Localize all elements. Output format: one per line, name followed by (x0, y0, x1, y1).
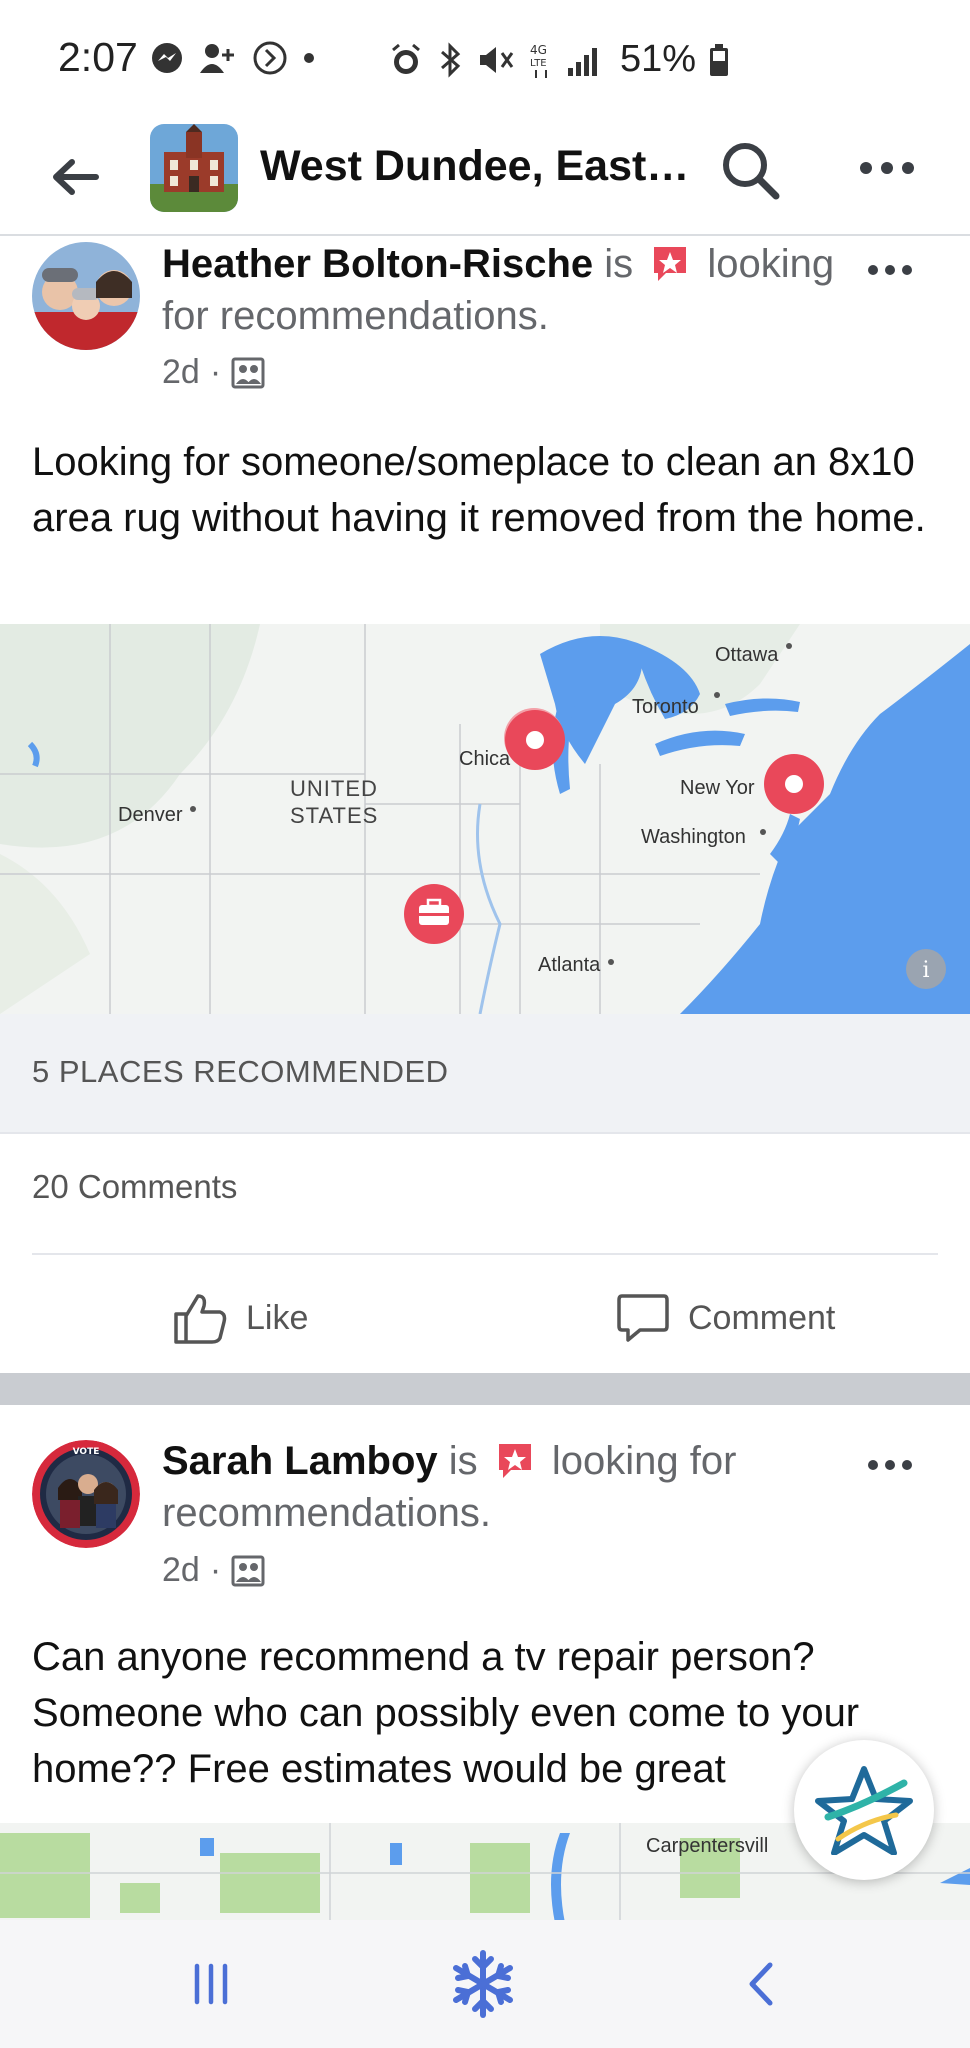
comment-button[interactable]: Comment (616, 1282, 835, 1354)
dot-icon (304, 53, 314, 63)
post-body: Looking for someone/someplace to clean a… (32, 440, 926, 540)
comment-label: Comment (688, 1298, 836, 1337)
recommendations-map[interactable]: i Ottawa Toronto Chica New Yor Washingto… (0, 624, 970, 1014)
search-button[interactable] (718, 138, 782, 202)
svg-text:i: i (922, 958, 929, 983)
system-nav-bar (0, 1920, 970, 2048)
comments-count[interactable]: 20 Comments (32, 1168, 237, 1206)
mute-icon (480, 46, 514, 73)
more-dots-icon[interactable] (860, 150, 930, 186)
post-more-button[interactable] (868, 1453, 922, 1477)
group-photo (150, 124, 238, 212)
home-button[interactable] (446, 1950, 520, 2018)
post-time[interactable]: 2d (162, 353, 200, 392)
svg-text:LTE: LTE (530, 58, 547, 69)
avatar-photo (32, 242, 140, 350)
post-header: Heather Bolton-Rische is looking for rec… (162, 242, 835, 338)
post-meta: 2d · (162, 353, 265, 392)
recent-apps-button[interactable] (186, 1954, 236, 2014)
arrow-left-icon (53, 159, 99, 195)
comment-bubble-icon (617, 1294, 669, 1342)
map-label-chicago: Chica (459, 748, 511, 770)
places-recommended-count: 5 PLACES RECOMMENDED (32, 1054, 449, 1089)
map-label-ottawa: Ottawa (715, 644, 779, 666)
author-name[interactable]: Heather Bolton-Rische (162, 242, 593, 286)
4g-lte-icon: 4GLTE (530, 43, 547, 78)
map-label-washington: Washington (641, 826, 746, 848)
avatar[interactable] (32, 242, 140, 350)
battery-icon (710, 43, 729, 76)
author-name[interactable]: Sarah Lamboy (162, 1439, 438, 1483)
group-privacy-icon (231, 357, 265, 388)
do-not-disturb-icon (253, 41, 287, 75)
group-cover-thumbnail[interactable] (150, 124, 238, 212)
post-time[interactable]: 2d (162, 1551, 200, 1590)
back-button[interactable] (46, 148, 104, 206)
post-meta: 2d · (162, 1551, 265, 1590)
map-pin-newyork (764, 754, 824, 814)
map-label-united: UNITED (290, 776, 378, 801)
post-more-button[interactable] (868, 258, 922, 282)
like-label: Like (246, 1298, 309, 1337)
star-logo-icon (815, 1766, 913, 1855)
group-title[interactable]: West Dundee, East… (260, 142, 689, 191)
feed-separator (0, 1373, 970, 1405)
like-thumb-icon (174, 1294, 227, 1344)
map-label-newyork: New Yor (680, 777, 755, 799)
recommendation-badge-icon (654, 247, 687, 281)
places-recommended-bar[interactable]: 5 PLACES RECOMMENDED (0, 1014, 970, 1134)
battery-percent: 51% (620, 38, 697, 80)
group-privacy-icon (231, 1555, 265, 1586)
bluetooth-icon (441, 41, 461, 78)
post-header: Sarah Lamboy is looking for recommendati… (162, 1439, 737, 1535)
map-label-carpentersville: Carpentersvill (646, 1835, 769, 1857)
avatar-photo: VOTE (32, 1440, 140, 1548)
map-label-atlanta: Atlanta (538, 954, 601, 976)
signal-icon (568, 47, 597, 76)
status-bar: 2:07 4G LTE 51% (0, 0, 970, 118)
like-button[interactable]: Like (172, 1282, 308, 1354)
snowflake-home-icon (453, 1950, 513, 2018)
recommendation-badge-icon (498, 1444, 531, 1478)
group-header: West Dundee, East… (0, 118, 970, 236)
svg-text:4G: 4G (530, 43, 547, 57)
map-pin-business (404, 884, 464, 944)
map-label-states: STATES (290, 803, 379, 828)
nav-back-icon (749, 1962, 773, 2006)
divider (32, 1253, 938, 1255)
assistant-floating-button[interactable] (794, 1740, 934, 1880)
search-icon (723, 143, 780, 200)
nav-back-button[interactable] (736, 1954, 786, 2014)
avatar[interactable]: VOTE (32, 1440, 140, 1548)
map-label-denver: Denver (118, 804, 183, 826)
map-label-toronto: Toronto (632, 696, 699, 718)
person-add-icon (200, 44, 234, 73)
recent-apps-icon (194, 1963, 228, 2005)
status-time: 2:07 (58, 34, 138, 80)
messenger-icon (152, 43, 182, 73)
svg-text:VOTE: VOTE (73, 1447, 100, 1457)
alarm-icon (392, 43, 420, 74)
